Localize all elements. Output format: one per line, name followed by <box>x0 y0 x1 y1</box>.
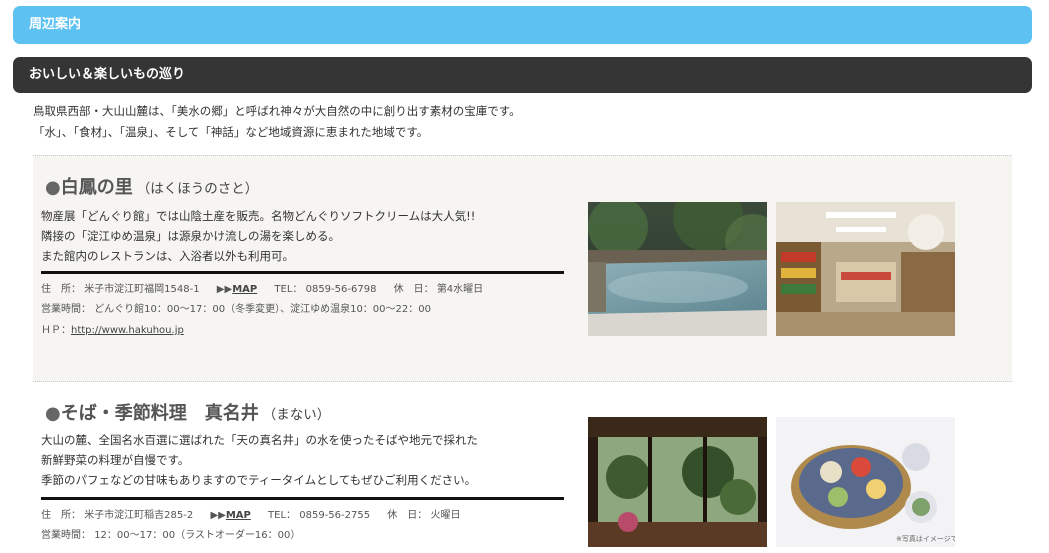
spot-card: ●白鳳の里 （はくほうのさと） 物産展「どんぐり館」では山陰土産を販売。名物どんぐ… <box>33 155 1012 382</box>
outdoor-bath-photo <box>588 202 767 336</box>
spot-name: 白鳳の里 <box>60 177 133 198</box>
souvenir-shop-photo <box>776 202 955 336</box>
map-label: MAP <box>232 284 258 295</box>
info-row-hp: ＨＰ：http://www.hakuhou.jp <box>41 321 184 341</box>
description-line: また館内のレストランは、入浴者以外も利用可。 <box>41 249 294 263</box>
info-row-address: 住 所： 米子市淀江町福岡1548-1 ▶▶MAP TEL： 0859-56-6… <box>41 280 483 300</box>
info-row-address: 住 所： 米子市淀江町稲吉285-2 ▶▶MAP TEL： 0859-56-27… <box>41 506 460 526</box>
map-label: MAP <box>225 510 251 521</box>
holiday-value: 火曜日 <box>430 510 461 521</box>
hours-label: 営業時間： <box>41 530 91 541</box>
info-row-hours: 営業時間： どんぐり館10：00～17：00（冬季変更）、淀江ゆめ温泉10：00… <box>41 300 431 320</box>
intro-text: 鳥取県西部・大山山麓は、「美水の郷」と呼ばれ神々が大自然の中に創り出す素材の宝庫… <box>33 101 521 143</box>
spot-title: ●そば・季節料理 真名井 （まない） <box>45 399 330 425</box>
page-header: 周辺案内 <box>13 6 1032 44</box>
seasonal-dish-photo: ※写真はイメージです <box>776 417 955 547</box>
homepage-link[interactable]: http://www.hakuhou.jp <box>71 325 184 336</box>
bullet-icon: ● <box>45 177 61 198</box>
description-line: 大山の麓、全国名水百選に選ばれた「天の真名井」の水を使ったそばや地元で採れた <box>41 433 478 447</box>
description-line: 物産展「どんぐり館」では山陰土産を販売。名物どんぐりソフトクリームは大人気!! <box>41 209 476 223</box>
section-title: おいしい＆楽しいもの巡り <box>29 67 186 82</box>
spot-title: ●白鳳の里 （はくほうのさと） <box>45 173 258 199</box>
address-label: 住 所： <box>41 284 81 295</box>
bullet-icon: ● <box>45 403 61 424</box>
tel-label: TEL： <box>268 510 297 521</box>
restaurant-interior-photo <box>588 417 767 547</box>
map-arrow-icon: ▶▶ <box>210 510 226 521</box>
address-label: 住 所： <box>41 510 81 521</box>
hp-label: ＨＰ： <box>41 325 71 336</box>
tel-value: 0859-56-6798 <box>305 284 377 295</box>
spot-kana: （まない） <box>262 407 331 423</box>
intro-line: 「水」、「食材」、「温泉」、そして「神話」など地域資源に恵まれた地域です。 <box>33 125 429 139</box>
hours-value: どんぐり館10：00～17：00（冬季変更）、淀江ゆめ温泉10：00～22：00 <box>94 304 431 315</box>
map-arrow-icon: ▶▶ <box>216 284 233 295</box>
info-row-hours: 営業時間： 12：00～17：00（ラストオーダー16：00） <box>41 526 300 546</box>
spot-description: 物産展「どんぐり館」では山陰土産を販売。名物どんぐりソフトクリームは大人気!! … <box>41 206 475 266</box>
holiday-value: 第4水曜日 <box>436 284 484 295</box>
description-line: 季節のパフェなどの甘味もありますのでティータイムとしてもぜひご利用ください。 <box>41 473 477 487</box>
intro-line: 鳥取県西部・大山山麓は、「美水の郷」と呼ばれ神々が大自然の中に創り出す素材の宝庫… <box>33 104 521 118</box>
hours-label: 営業時間： <box>41 304 91 315</box>
spot-description: 大山の麓、全国名水百選に選ばれた「天の真名井」の水を使ったそばや地元で採れた 新… <box>41 430 478 490</box>
description-line: 隣接の「淀江ゆめ温泉」は源泉かけ流しの湯を楽しめる。 <box>41 229 340 243</box>
tel-value: 0859-56-2755 <box>299 510 371 521</box>
description-line: 新鮮野菜の料理が自慢です。 <box>41 453 190 467</box>
map-link[interactable]: ▶▶MAP <box>210 510 250 521</box>
address-value: 米子市淀江町稲吉285-2 <box>84 510 194 521</box>
address-value: 米子市淀江町福岡1548-1 <box>84 284 200 295</box>
map-link[interactable]: ▶▶MAP <box>217 284 257 295</box>
holiday-label: 休 日： <box>393 284 434 295</box>
section-header: おいしい＆楽しいもの巡り <box>13 57 1032 93</box>
hours-value: 12：00～17：00（ラストオーダー16：00） <box>94 530 301 541</box>
spot-card: ●そば・季節料理 真名井 （まない） 大山の麓、全国名水百選に選ばれた「天の真名井… <box>33 393 1012 553</box>
spot-name: そば・季節料理 真名井 <box>60 403 259 424</box>
page-title: 周辺案内 <box>29 17 82 32</box>
divider <box>41 497 564 500</box>
tel-label: TEL： <box>274 284 303 295</box>
spot-kana: （はくほうのさと） <box>136 181 259 197</box>
holiday-label: 休 日： <box>387 510 428 521</box>
photo-caption: ※写真はイメージです <box>896 534 955 543</box>
divider <box>41 271 564 274</box>
